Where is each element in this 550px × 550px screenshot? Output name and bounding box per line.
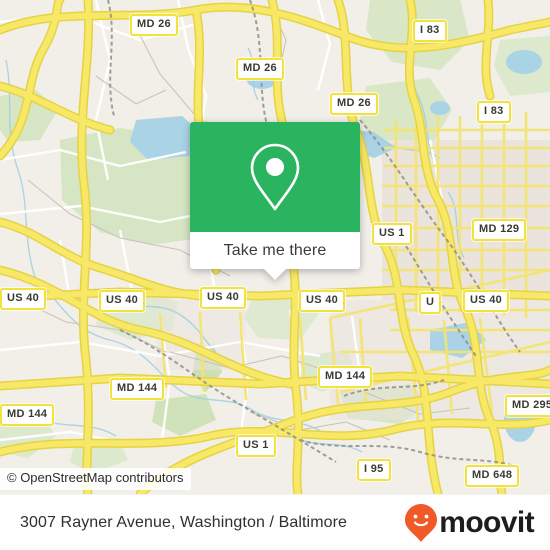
road-shield: US 40 (463, 290, 510, 312)
address-label: 3007 Rayner Avenue, Washington / Baltimo… (20, 513, 348, 531)
road-shield: US 40 (99, 290, 146, 312)
road-shield: US 40 (200, 287, 247, 309)
road-shield: MD 295 (505, 395, 550, 417)
popup-image-area (190, 122, 360, 232)
road-shield: I 83 (477, 101, 511, 123)
popup-pointer-tail (264, 269, 286, 280)
road-shield: U (419, 292, 442, 314)
moovit-brand[interactable]: moovit (404, 503, 535, 543)
road-shield: US 40 (0, 288, 47, 310)
road-shield: MD 144 (318, 366, 373, 388)
road-shield: MD 648 (465, 465, 520, 487)
destination-popup-card[interactable]: Take me there (190, 122, 360, 280)
road-shield: US 1 (372, 223, 412, 245)
moovit-pin-smiley-icon (405, 503, 438, 542)
road-shield: MD 144 (0, 404, 55, 426)
road-shield: MD 129 (472, 219, 527, 241)
road-shield: MD 26 (236, 58, 284, 80)
road-shield: MD 26 (330, 93, 378, 115)
road-shield: MD 26 (130, 14, 178, 36)
road-shield: US 40 (299, 290, 346, 312)
map-screen: MD 26 MD 26 MD 26 I 83 I 83 MD 129 US 1 US 40 US… (0, 0, 550, 550)
popup-action-area[interactable]: Take me there (190, 232, 360, 280)
osm-attribution[interactable]: © OpenStreetMap contributors (0, 468, 191, 490)
road-shield: I 83 (413, 20, 447, 42)
take-me-there-label: Take me there (223, 241, 327, 259)
road-shield: US 1 (236, 435, 276, 457)
location-pin-icon (250, 143, 300, 211)
moovit-wordmark: moovit (439, 505, 534, 539)
road-shield: MD 144 (110, 378, 165, 400)
footer-bar: 3007 Rayner Avenue, Washington / Baltimo… (0, 494, 550, 550)
road-shield: I 95 (357, 459, 391, 481)
